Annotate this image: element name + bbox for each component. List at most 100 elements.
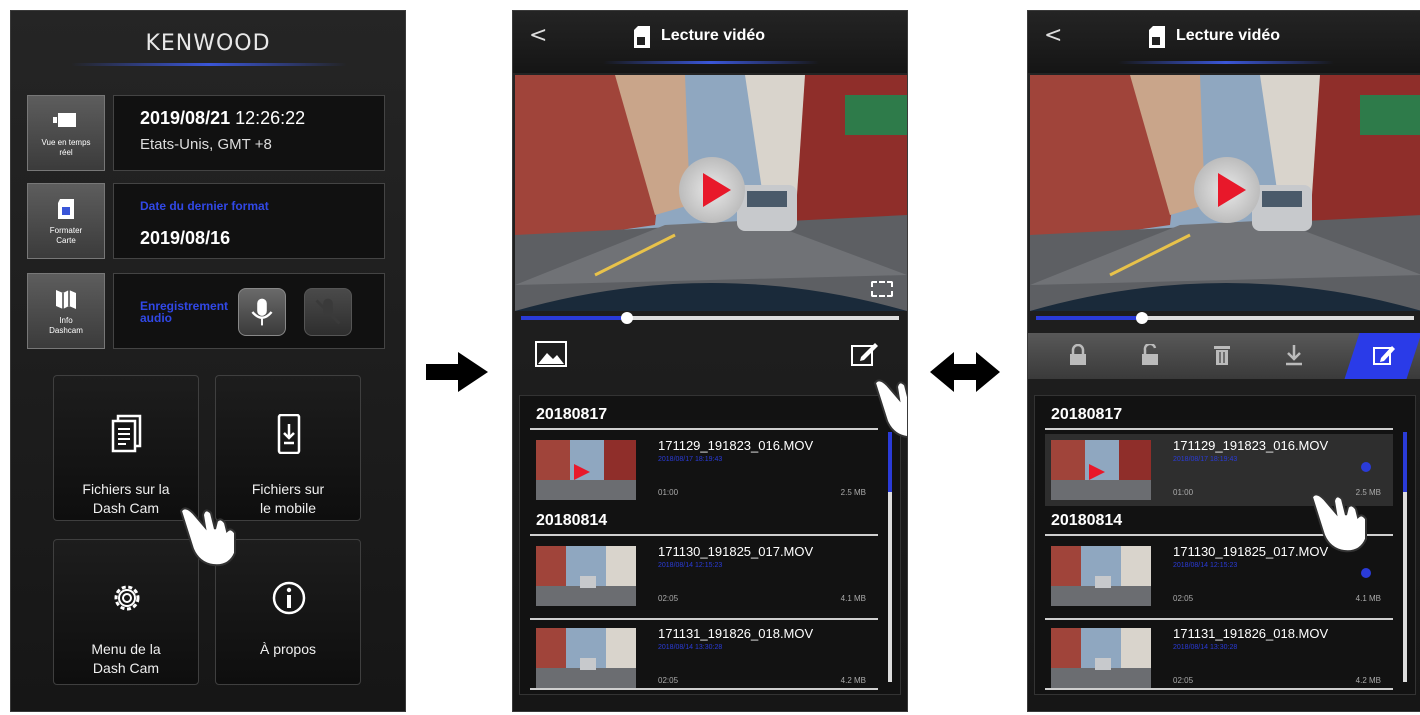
file-duration: 02:05 xyxy=(658,594,679,603)
tile-label: Menu de la xyxy=(91,641,161,657)
video-thumbnail xyxy=(1051,546,1151,606)
info-icon xyxy=(272,581,306,615)
file-size: 2.5 MB xyxy=(840,488,866,497)
unlock-icon[interactable] xyxy=(1140,344,1160,366)
microphone-muted-icon xyxy=(315,298,341,325)
last-format-panel: Date du dernier format 2019/08/16 xyxy=(113,183,385,259)
camera-icon xyxy=(53,113,76,127)
tap-hand-icon xyxy=(179,507,236,567)
file-duration: 01:00 xyxy=(1173,488,1194,497)
file-timestamp: 2018/08/14 12:15:23 xyxy=(1173,562,1238,569)
back-button[interactable]: < xyxy=(529,23,547,48)
header-bar: < Lecture vidéo xyxy=(513,11,907,73)
edit-icon[interactable] xyxy=(849,341,881,367)
scrollbar[interactable] xyxy=(1403,432,1407,682)
video-thumbnail xyxy=(536,440,636,500)
video-player[interactable] xyxy=(1030,75,1420,311)
file-timestamp: 2018/08/14 13:30:28 xyxy=(1173,644,1238,651)
date-group-header: 20180814 xyxy=(536,512,608,529)
format-card-button[interactable]: Formater Carte xyxy=(27,183,105,259)
mic-on-button[interactable] xyxy=(238,288,286,336)
divider xyxy=(1045,688,1393,690)
play-icon xyxy=(1218,173,1246,207)
brand-logo: KENWOOD xyxy=(145,31,271,56)
file-timestamp: 2018/08/17 18:19:43 xyxy=(658,456,723,463)
lock-icon[interactable] xyxy=(1068,344,1088,366)
list-item[interactable]: 171129_191823_016.MOV 2018/08/17 18:19:4… xyxy=(530,434,878,506)
file-size: 4.1 MB xyxy=(840,594,866,603)
page-title: Lecture vidéo xyxy=(661,27,766,44)
live-view-label: Vue en temps réel xyxy=(41,138,91,157)
format-card-label: Formater Carte xyxy=(49,226,83,245)
video-thumbnail xyxy=(536,628,636,688)
audio-panel: Enregistrement audio xyxy=(113,273,385,349)
current-time: 12:26:22 xyxy=(235,108,306,128)
playback-progress-bar[interactable] xyxy=(1036,312,1414,324)
file-name: 171131_191826_018.MOV xyxy=(658,626,814,641)
fullscreen-icon[interactable] xyxy=(871,281,893,297)
divider xyxy=(530,618,878,620)
progress-fill xyxy=(1036,316,1142,320)
file-timestamp: 2018/08/14 12:15:23 xyxy=(658,562,723,569)
sd-card-icon xyxy=(1149,26,1165,48)
play-button[interactable] xyxy=(1194,157,1260,223)
list-item[interactable]: 171131_191826_018.MOV 2018/08/14 13:30:2… xyxy=(1045,622,1393,694)
file-duration: 02:05 xyxy=(1173,676,1194,685)
live-view-button[interactable]: Vue en temps réel xyxy=(27,95,105,171)
divider xyxy=(1045,428,1393,430)
map-icon xyxy=(56,290,76,309)
trash-icon[interactable] xyxy=(1212,344,1232,366)
page-title: Lecture vidéo xyxy=(1176,27,1281,44)
microphone-icon xyxy=(251,298,273,326)
dashcam-info-label: Info Dashcam xyxy=(49,316,83,335)
video-thumbnail xyxy=(536,546,636,606)
scrollbar[interactable] xyxy=(888,432,892,682)
progress-handle[interactable] xyxy=(620,312,633,324)
file-duration: 02:05 xyxy=(658,676,679,685)
video-thumbnail xyxy=(1051,440,1151,500)
file-size: 4.2 MB xyxy=(1355,676,1381,685)
home-screen: KENWOOD Vue en temps réel 2019/08/21 12:… xyxy=(10,10,406,712)
file-duration: 02:05 xyxy=(1173,594,1194,603)
file-list: 20180817 171129_191823_016.MOV 2018/08/1… xyxy=(519,395,901,695)
progress-fill xyxy=(521,316,627,320)
download-icon[interactable] xyxy=(1284,344,1304,366)
timezone-text: Etats-Unis, GMT +8 xyxy=(140,136,272,153)
file-duration: 01:00 xyxy=(658,488,679,497)
date-group-header: 20180814 xyxy=(1051,512,1123,529)
file-name: 171130_191825_017.MOV xyxy=(658,544,814,559)
gear-icon xyxy=(114,585,140,611)
arrow-right-icon xyxy=(426,352,488,392)
playback-progress-bar[interactable] xyxy=(521,312,899,324)
file-timestamp: 2018/08/17 18:19:43 xyxy=(1173,456,1238,463)
play-button[interactable] xyxy=(679,157,745,223)
tap-hand-icon xyxy=(873,379,907,439)
video-edit-screen: < Lecture vidéo 20180817 171129_191823_0… xyxy=(1027,10,1420,712)
date-group-header: 20180817 xyxy=(1051,406,1123,423)
image-icon[interactable] xyxy=(535,341,567,367)
last-format-label: Date du dernier format xyxy=(140,199,269,213)
edit-icon[interactable] xyxy=(1372,344,1396,366)
double-arrow-icon xyxy=(930,352,1000,392)
file-size: 4.1 MB xyxy=(1355,594,1381,603)
selection-indicator[interactable] xyxy=(1361,462,1371,472)
dashcam-info-button[interactable]: Info Dashcam xyxy=(27,273,105,349)
header-divider xyxy=(1118,61,1334,64)
last-format-date: 2019/08/16 xyxy=(140,228,231,248)
mic-off-button[interactable] xyxy=(304,288,352,336)
tutorial-canvas: KENWOOD Vue en temps réel 2019/08/21 12:… xyxy=(0,0,1420,715)
header-divider xyxy=(71,63,347,66)
tap-hand-icon xyxy=(1310,493,1367,553)
list-item[interactable]: 171130_191825_017.MOV 2018/08/14 12:15:2… xyxy=(530,540,878,612)
selection-indicator[interactable] xyxy=(1361,568,1371,578)
sd-card-icon xyxy=(58,199,74,219)
video-player[interactable] xyxy=(515,75,907,311)
tile-label: Dash Cam xyxy=(92,660,160,676)
scrollbar-thumb[interactable] xyxy=(1403,432,1407,492)
back-button[interactable]: < xyxy=(1044,23,1062,48)
edit-toolbar xyxy=(1028,333,1420,379)
list-item[interactable]: 171131_191826_018.MOV 2018/08/14 13:30:2… xyxy=(530,622,878,694)
tile-label: À propos xyxy=(259,641,317,657)
phone-download-icon xyxy=(277,414,301,454)
progress-handle[interactable] xyxy=(1135,312,1148,324)
